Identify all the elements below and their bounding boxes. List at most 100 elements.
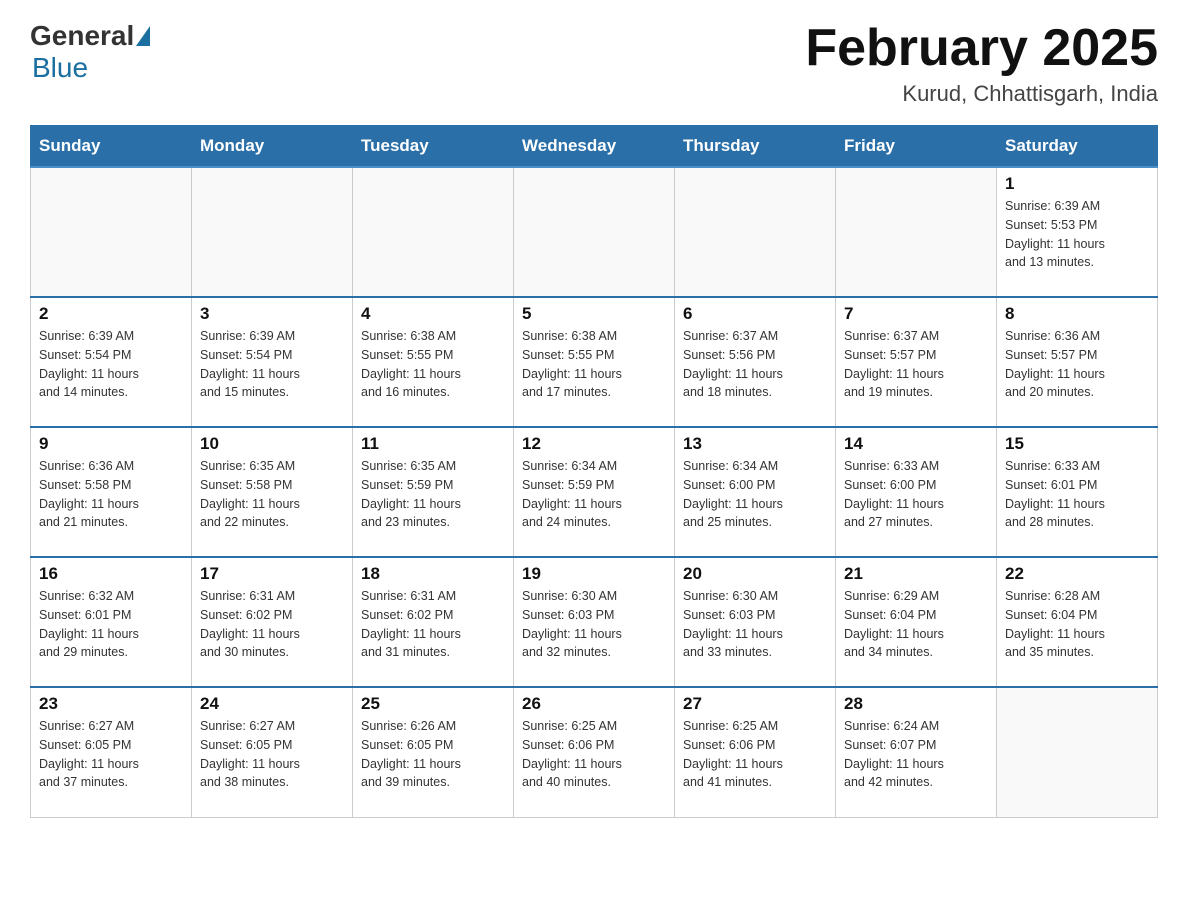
calendar-cell: 6Sunrise: 6:37 AM Sunset: 5:56 PM Daylig… bbox=[675, 297, 836, 427]
day-info: Sunrise: 6:35 AM Sunset: 5:59 PM Dayligh… bbox=[361, 457, 505, 532]
calendar-week-row-1: 1 Sunrise: 6:39 AM Sunset: 5:53 PM Daylig… bbox=[31, 167, 1158, 297]
calendar-cell: 18 Sunrise: 6:31 AM Sunset: 6:02 PM Dayli… bbox=[353, 557, 514, 687]
calendar-header-row: Sunday Monday Tuesday Wednesday Thursday… bbox=[31, 126, 1158, 168]
day-number: 23 bbox=[39, 694, 183, 714]
calendar-cell: 11 Sunrise: 6:35 AM Sunset: 5:59 PM Dayli… bbox=[353, 427, 514, 557]
day-info: Sunrise: 6:39 AM Sunset: 5:53 PM Dayligh… bbox=[1005, 197, 1149, 272]
location-title: Kurud, Chhattisgarh, India bbox=[805, 81, 1158, 107]
calendar-cell: 5 Sunrise: 6:38 AM Sunset: 5:55 PM Daylig… bbox=[514, 297, 675, 427]
day-info: Sunrise: 6:25 AM Sunset: 6:06 PM Dayligh… bbox=[683, 717, 827, 792]
day-info: Sunrise: 6:27 AM Sunset: 6:05 PM Dayligh… bbox=[200, 717, 344, 792]
logo: General Blue bbox=[30, 20, 152, 84]
day-info: Sunrise: 6:33 AM Sunset: 6:00 PM Dayligh… bbox=[844, 457, 988, 532]
day-number: 14 bbox=[844, 434, 988, 454]
calendar-cell: 10Sunrise: 6:35 AM Sunset: 5:58 PM Dayli… bbox=[192, 427, 353, 557]
day-number: 25 bbox=[361, 694, 505, 714]
calendar-cell: 26 Sunrise: 6:25 AM Sunset: 6:06 PM Dayli… bbox=[514, 687, 675, 817]
day-info: Sunrise: 6:30 AM Sunset: 6:03 PM Dayligh… bbox=[522, 587, 666, 662]
calendar-cell: 9Sunrise: 6:36 AM Sunset: 5:58 PM Daylig… bbox=[31, 427, 192, 557]
calendar-cell bbox=[31, 167, 192, 297]
day-number: 26 bbox=[522, 694, 666, 714]
day-number: 12 bbox=[522, 434, 666, 454]
calendar-cell: 13 Sunrise: 6:34 AM Sunset: 6:00 PM Dayli… bbox=[675, 427, 836, 557]
day-info: Sunrise: 6:34 AM Sunset: 5:59 PM Dayligh… bbox=[522, 457, 666, 532]
header-saturday: Saturday bbox=[997, 126, 1158, 168]
day-number: 16 bbox=[39, 564, 183, 584]
calendar-cell bbox=[353, 167, 514, 297]
day-number: 13 bbox=[683, 434, 827, 454]
calendar-cell: 25Sunrise: 6:26 AM Sunset: 6:05 PM Dayli… bbox=[353, 687, 514, 817]
day-number: 3 bbox=[200, 304, 344, 324]
calendar-week-row-3: 9Sunrise: 6:36 AM Sunset: 5:58 PM Daylig… bbox=[31, 427, 1158, 557]
calendar-cell: 1 Sunrise: 6:39 AM Sunset: 5:53 PM Daylig… bbox=[997, 167, 1158, 297]
day-info: Sunrise: 6:30 AM Sunset: 6:03 PM Dayligh… bbox=[683, 587, 827, 662]
calendar-cell: 21 Sunrise: 6:29 AM Sunset: 6:04 PM Dayli… bbox=[836, 557, 997, 687]
logo-blue-text: Blue bbox=[32, 52, 88, 83]
calendar-cell bbox=[997, 687, 1158, 817]
day-info: Sunrise: 6:24 AM Sunset: 6:07 PM Dayligh… bbox=[844, 717, 988, 792]
day-number: 28 bbox=[844, 694, 988, 714]
day-info: Sunrise: 6:39 AM Sunset: 5:54 PM Dayligh… bbox=[39, 327, 183, 402]
day-number: 17 bbox=[200, 564, 344, 584]
day-info: Sunrise: 6:31 AM Sunset: 6:02 PM Dayligh… bbox=[361, 587, 505, 662]
calendar-cell: 3 Sunrise: 6:39 AM Sunset: 5:54 PM Daylig… bbox=[192, 297, 353, 427]
day-info: Sunrise: 6:39 AM Sunset: 5:54 PM Dayligh… bbox=[200, 327, 344, 402]
day-number: 19 bbox=[522, 564, 666, 584]
day-info: Sunrise: 6:38 AM Sunset: 5:55 PM Dayligh… bbox=[522, 327, 666, 402]
calendar-week-row-4: 16 Sunrise: 6:32 AM Sunset: 6:01 PM Dayli… bbox=[31, 557, 1158, 687]
calendar-cell: 12 Sunrise: 6:34 AM Sunset: 5:59 PM Dayli… bbox=[514, 427, 675, 557]
page-header: General Blue February 2025 Kurud, Chhatt… bbox=[30, 20, 1158, 107]
day-number: 9 bbox=[39, 434, 183, 454]
calendar-cell: 24 Sunrise: 6:27 AM Sunset: 6:05 PM Dayli… bbox=[192, 687, 353, 817]
header-monday: Monday bbox=[192, 126, 353, 168]
day-number: 7 bbox=[844, 304, 988, 324]
calendar-cell: 7 Sunrise: 6:37 AM Sunset: 5:57 PM Daylig… bbox=[836, 297, 997, 427]
day-number: 2 bbox=[39, 304, 183, 324]
header-thursday: Thursday bbox=[675, 126, 836, 168]
day-number: 15 bbox=[1005, 434, 1149, 454]
month-title: February 2025 bbox=[805, 20, 1158, 77]
header-wednesday: Wednesday bbox=[514, 126, 675, 168]
day-info: Sunrise: 6:33 AM Sunset: 6:01 PM Dayligh… bbox=[1005, 457, 1149, 532]
calendar-cell: 27 Sunrise: 6:25 AM Sunset: 6:06 PM Dayli… bbox=[675, 687, 836, 817]
header-friday: Friday bbox=[836, 126, 997, 168]
day-number: 21 bbox=[844, 564, 988, 584]
day-info: Sunrise: 6:36 AM Sunset: 5:57 PM Dayligh… bbox=[1005, 327, 1149, 402]
day-number: 22 bbox=[1005, 564, 1149, 584]
calendar-week-row-5: 23 Sunrise: 6:27 AM Sunset: 6:05 PM Dayli… bbox=[31, 687, 1158, 817]
day-number: 5 bbox=[522, 304, 666, 324]
day-info: Sunrise: 6:31 AM Sunset: 6:02 PM Dayligh… bbox=[200, 587, 344, 662]
calendar-cell bbox=[514, 167, 675, 297]
day-number: 6 bbox=[683, 304, 827, 324]
calendar-cell: 28 Sunrise: 6:24 AM Sunset: 6:07 PM Dayli… bbox=[836, 687, 997, 817]
day-number: 24 bbox=[200, 694, 344, 714]
calendar-cell bbox=[192, 167, 353, 297]
calendar-cell: 4Sunrise: 6:38 AM Sunset: 5:55 PM Daylig… bbox=[353, 297, 514, 427]
day-info: Sunrise: 6:25 AM Sunset: 6:06 PM Dayligh… bbox=[522, 717, 666, 792]
day-info: Sunrise: 6:27 AM Sunset: 6:05 PM Dayligh… bbox=[39, 717, 183, 792]
day-info: Sunrise: 6:29 AM Sunset: 6:04 PM Dayligh… bbox=[844, 587, 988, 662]
calendar-cell: 8Sunrise: 6:36 AM Sunset: 5:57 PM Daylig… bbox=[997, 297, 1158, 427]
day-info: Sunrise: 6:32 AM Sunset: 6:01 PM Dayligh… bbox=[39, 587, 183, 662]
calendar-cell: 15 Sunrise: 6:33 AM Sunset: 6:01 PM Dayli… bbox=[997, 427, 1158, 557]
title-section: February 2025 Kurud, Chhattisgarh, India bbox=[805, 20, 1158, 107]
logo-triangle-icon bbox=[136, 26, 150, 46]
calendar-cell bbox=[836, 167, 997, 297]
header-tuesday: Tuesday bbox=[353, 126, 514, 168]
calendar-cell: 17 Sunrise: 6:31 AM Sunset: 6:02 PM Dayli… bbox=[192, 557, 353, 687]
day-info: Sunrise: 6:34 AM Sunset: 6:00 PM Dayligh… bbox=[683, 457, 827, 532]
day-info: Sunrise: 6:37 AM Sunset: 5:57 PM Dayligh… bbox=[844, 327, 988, 402]
logo-general-text: General bbox=[30, 20, 134, 52]
day-number: 11 bbox=[361, 434, 505, 454]
day-info: Sunrise: 6:38 AM Sunset: 5:55 PM Dayligh… bbox=[361, 327, 505, 402]
day-number: 1 bbox=[1005, 174, 1149, 194]
day-number: 27 bbox=[683, 694, 827, 714]
calendar-cell: 20Sunrise: 6:30 AM Sunset: 6:03 PM Dayli… bbox=[675, 557, 836, 687]
header-sunday: Sunday bbox=[31, 126, 192, 168]
calendar-cell: 19 Sunrise: 6:30 AM Sunset: 6:03 PM Dayli… bbox=[514, 557, 675, 687]
calendar-cell: 22Sunrise: 6:28 AM Sunset: 6:04 PM Dayli… bbox=[997, 557, 1158, 687]
calendar-cell: 16 Sunrise: 6:32 AM Sunset: 6:01 PM Dayli… bbox=[31, 557, 192, 687]
day-number: 18 bbox=[361, 564, 505, 584]
calendar-cell: 23 Sunrise: 6:27 AM Sunset: 6:05 PM Dayli… bbox=[31, 687, 192, 817]
calendar-week-row-2: 2 Sunrise: 6:39 AM Sunset: 5:54 PM Daylig… bbox=[31, 297, 1158, 427]
